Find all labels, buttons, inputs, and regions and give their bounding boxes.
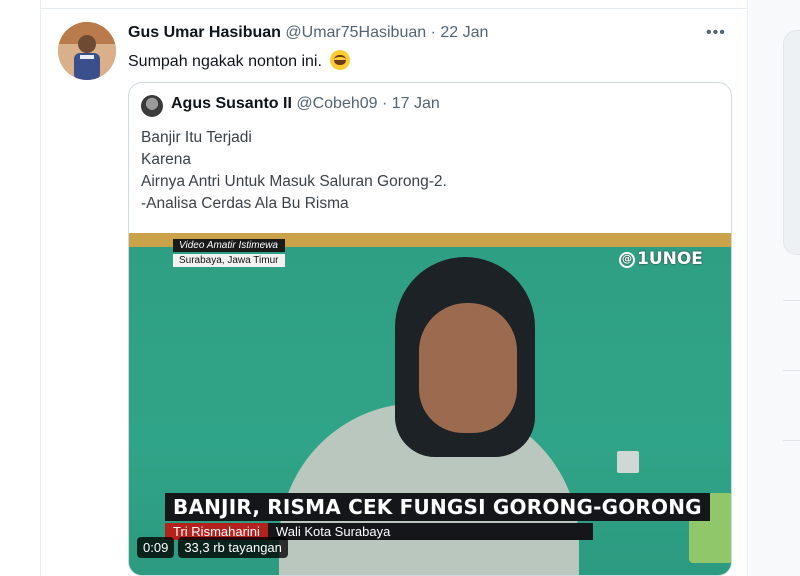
video-tag-location: Surabaya, Jawa Timur xyxy=(173,254,285,267)
quoted-avatar[interactable] xyxy=(141,95,163,117)
video-player[interactable]: Video Amatir Istimewa Surabaya, Jawa Tim… xyxy=(129,233,731,575)
quoted-line: Airnya Antri Untuk Masuk Saluran Gorong-… xyxy=(141,173,447,190)
sidebar-divider xyxy=(783,440,800,441)
video-person-face xyxy=(419,303,517,433)
video-overlay: 0:09 33,3 rb tayangan xyxy=(137,537,288,558)
header-separator: · xyxy=(430,24,436,41)
more-options-icon[interactable]: ••• xyxy=(706,24,728,41)
video-headline: BANJIR, RISMA CEK FUNGSI GORONG-GORONG xyxy=(165,493,710,521)
author-handle[interactable]: @Umar75Hasibuan xyxy=(285,24,426,41)
author-name[interactable]: Gus Umar Hasibuan xyxy=(128,24,281,41)
video-duration: 0:09 xyxy=(137,537,175,558)
tweet-date[interactable]: 22 Jan xyxy=(440,24,488,41)
left-gutter xyxy=(0,0,40,576)
feed-divider xyxy=(41,8,747,9)
channel-logo-mark: @ xyxy=(619,252,635,268)
tweet-text: Sumpah ngakak nonton ini. xyxy=(128,50,351,71)
sidebar-divider xyxy=(783,370,800,371)
quoted-header-separator: · xyxy=(382,95,388,112)
video-views: 33,3 rb tayangan xyxy=(178,537,288,558)
quoted-header: Agus Susanto II @Cobeh09 · 17 Jan xyxy=(171,95,440,113)
video-source-tag: Video Amatir Istimewa Surabaya, Jawa Tim… xyxy=(173,239,285,269)
channel-logo-text: 1UNOE xyxy=(637,249,703,269)
video-background-object xyxy=(617,451,639,473)
quoted-date[interactable]: 17 Jan xyxy=(392,95,440,112)
sidebar-card xyxy=(783,30,800,255)
quoted-line: Banjir Itu Terjadi xyxy=(141,129,252,146)
avatar[interactable] xyxy=(58,22,116,80)
quoted-line: -Analisa Cerdas Ala Bu Risma xyxy=(141,195,349,212)
tweet-body: Sumpah ngakak nonton ini. xyxy=(128,53,322,70)
channel-logo: @1UNOE xyxy=(619,249,703,269)
quoted-text: Banjir Itu Terjadi Karena Airnya Antri U… xyxy=(141,127,447,215)
sidebar-divider xyxy=(783,300,800,301)
lower-third: BANJIR, RISMA CEK FUNGSI GORONG-GORONG T… xyxy=(165,493,710,540)
video-tag-top: Video Amatir Istimewa xyxy=(173,239,285,252)
tweet-header: Gus Umar Hasibuan @Umar75Hasibuan · 22 J… xyxy=(128,24,488,42)
quoted-line: Karena xyxy=(141,151,191,168)
quoted-tweet[interactable]: Agus Susanto II @Cobeh09 · 17 Jan Banjir… xyxy=(128,82,732,576)
laughing-emoji-icon xyxy=(330,50,351,70)
quoted-author-name[interactable]: Agus Susanto II xyxy=(171,95,292,112)
quoted-author-handle[interactable]: @Cobeh09 xyxy=(296,95,377,112)
person-role: Wali Kota Surabaya xyxy=(267,523,593,540)
